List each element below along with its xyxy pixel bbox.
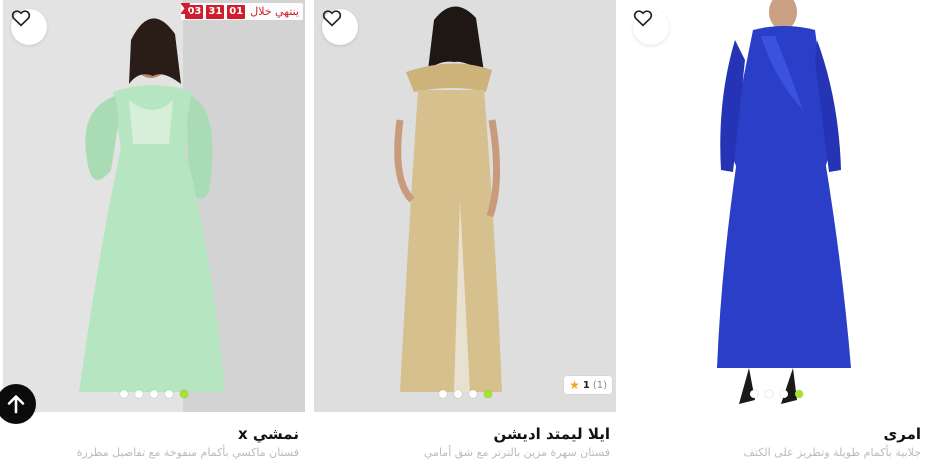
product-brand[interactable]: ايلا ليمتد اديشن [494, 425, 610, 443]
product-brand[interactable]: نمشي x [238, 425, 299, 443]
product-card-1[interactable]: 03 31 01 ينتهي خلال نمشي x فستان ماكسي ب… [3, 0, 305, 459]
timer-minutes: 31 [206, 4, 225, 19]
deal-timer: 03 31 01 ينتهي خلال [181, 3, 303, 20]
heart-icon [11, 10, 31, 27]
product-photo [3, 0, 305, 412]
wishlist-button-1[interactable] [11, 9, 47, 45]
carousel-dot[interactable] [749, 390, 758, 398]
carousel-dot[interactable] [764, 390, 773, 398]
arrow-up-icon [7, 395, 25, 414]
product-card-2[interactable]: ★ 1 (1) ايلا ليمتد اديشن فستان سهرة مزين… [314, 0, 616, 459]
carousel-dot[interactable] [468, 390, 477, 398]
carousel-dot-active[interactable] [483, 390, 492, 398]
carousel-dot[interactable] [453, 390, 462, 398]
carousel-dot[interactable] [120, 390, 128, 398]
carousel-dot-active[interactable] [794, 390, 803, 398]
product-image-2[interactable]: ★ 1 (1) [314, 0, 616, 412]
heart-icon [633, 10, 653, 27]
product-image-3[interactable] [625, 0, 927, 412]
product-title[interactable]: فستان سهرة مزين بالترتر مع شق أمامي [424, 446, 610, 459]
carousel-dot[interactable] [135, 390, 143, 398]
hourglass-icon [181, 3, 191, 14]
product-card-3[interactable]: امرى جلابية بأكمام طويلة وتطريز على الكت… [625, 0, 927, 459]
image-carousel-dots[interactable] [3, 390, 305, 398]
product-title[interactable]: جلابية بأكمام طويلة وتطريز على الكتف [744, 446, 922, 459]
rating-score: 1 [582, 379, 590, 391]
carousel-dot-active[interactable] [180, 390, 188, 398]
star-icon: ★ [569, 378, 580, 392]
product-title[interactable]: فستان ماكسي بأكمام منفوخة مع تفاصيل مطرز… [77, 446, 299, 459]
heart-icon [322, 10, 342, 27]
carousel-dot[interactable] [438, 390, 447, 398]
carousel-dot[interactable] [165, 390, 173, 398]
carousel-dot[interactable] [779, 390, 788, 398]
carousel-dot[interactable] [150, 390, 158, 398]
wishlist-button-2[interactable] [322, 9, 358, 45]
timer-hours: 01 [227, 4, 246, 19]
image-carousel-dots[interactable] [625, 390, 927, 398]
product-photo [314, 0, 616, 412]
product-photo [625, 0, 927, 412]
product-brand[interactable]: امرى [883, 425, 921, 443]
wishlist-button-3[interactable] [633, 9, 669, 45]
product-image-1[interactable]: 03 31 01 ينتهي خلال [3, 0, 305, 412]
rating-count: (1) [592, 379, 607, 391]
rating-badge: ★ 1 (1) [564, 376, 612, 394]
timer-label: ينتهي خلال [250, 5, 299, 18]
